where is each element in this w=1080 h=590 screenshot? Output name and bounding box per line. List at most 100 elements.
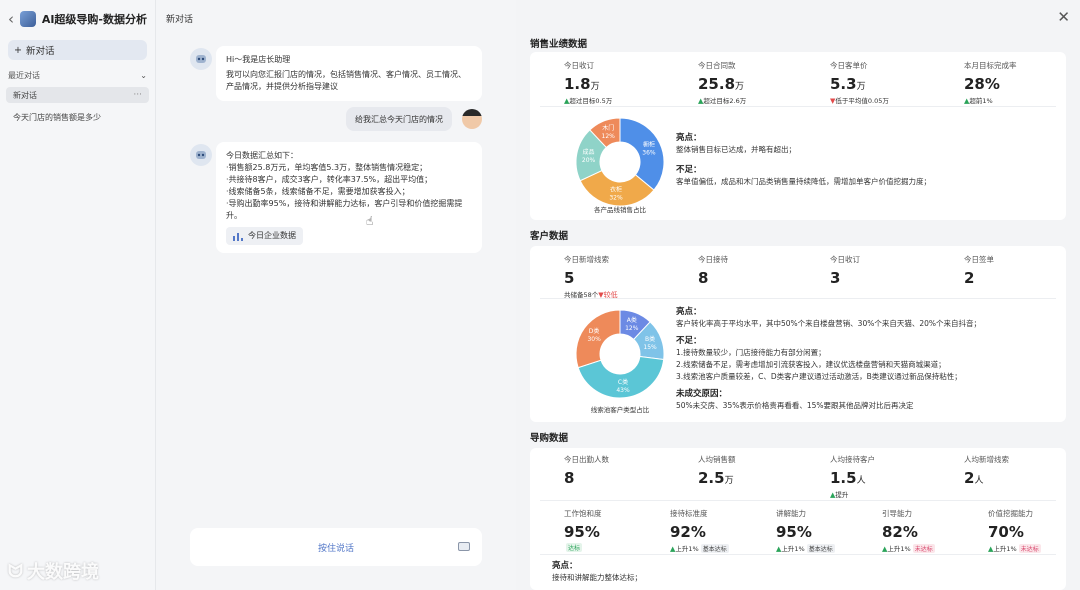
chat-title: 新对话 [166, 15, 194, 25]
back-icon[interactable]: ‹ [8, 10, 14, 28]
customer-stat: 今日接待 8 [698, 254, 728, 287]
customer-chart-caption: 线索池客户类型占比 [590, 406, 650, 414]
pie-label: 32% [609, 195, 623, 202]
stat-label: 今日收订 [564, 61, 594, 70]
summary-line: ·线索储备5条，线索储备不足，需要增加获客投入； [226, 187, 410, 196]
stat-value: 8 [564, 469, 575, 487]
stat-sub: ▼低于平均值0.05万 [830, 97, 889, 105]
summary-line: ·导购出勤率95%，接待和讲解能力达标，客户引导和价值挖掘需提升。 [226, 199, 463, 220]
user-message: 给我汇总今天门店的情况 [346, 107, 452, 131]
guide-stat: 人均新增线索 2人 [964, 454, 1009, 487]
weak-text: 客单值偏低，成品和木门品类销售量持续降低，需增加单客户价值挖掘力度； [676, 177, 931, 186]
conversation-item-active[interactable]: 新对话 ··· [6, 87, 149, 103]
pie-label: 衣柜 [610, 186, 622, 194]
bot-avatar [190, 144, 212, 166]
divider [540, 106, 1056, 107]
stat-label: 今日收订 [830, 255, 860, 264]
sidebar: ‹ AI超级导购-数据分析 + 新对话 最近对话 ⌄ 新对话 ··· 今天门店的… [0, 0, 156, 590]
stat-sub: ▲超前1% [964, 97, 993, 105]
stat-value: 25.8万 [698, 75, 745, 93]
divider [540, 500, 1056, 501]
guide-section-title: 导购数据 [530, 433, 569, 444]
sidebar-header: ‹ AI超级导购-数据分析 [0, 0, 155, 38]
bot-avatar [190, 48, 212, 70]
stat-label: 引导能力 [882, 509, 912, 518]
customer-stat: 今日收订 3 [830, 254, 860, 287]
pie-label: 43% [616, 387, 630, 394]
sales-pie-chart: 橱柜36% 衣柜32% 成品20% 木门12% [575, 117, 665, 207]
bar-chart-icon [233, 232, 243, 241]
highlight-text: 接待和讲解能力整体达标； [552, 573, 642, 582]
voice-label: 按住说话 [317, 543, 354, 554]
recent-label: 最近对话 [8, 71, 40, 80]
highlight-title: 亮点： [676, 307, 702, 317]
conversation-item[interactable]: 今天门店的销售额是多少 [6, 109, 149, 125]
close-icon[interactable]: ✕ [1057, 8, 1070, 26]
stat-value: 92% [670, 523, 706, 541]
stat-sub: ▲超过目标0.5万 [564, 97, 613, 105]
new-chat-label: 新对话 [25, 46, 55, 57]
stat-value: 28% [964, 75, 1000, 93]
stat-value: 95% [564, 523, 600, 541]
ability-stat: 价值挖掘能力 70% ▲上升1% 未达标 [988, 508, 1041, 553]
customer-notes: 亮点： 客户转化率高于平均水平，其中50%个来自楼盘营销、30%个来自天猫、20… [676, 302, 1061, 412]
chevron-down-icon: ⌄ [140, 71, 147, 80]
more-icon[interactable]: ··· [133, 90, 142, 100]
app-logo-icon [20, 11, 36, 27]
weak-title: 不足： [676, 165, 702, 175]
customer-stat: 今日新增线索 5 共储备58个▼较低 [564, 254, 618, 300]
stat-label: 讲解能力 [776, 509, 806, 518]
sales-notes: 亮点： 整体销售目标已达成，并略有超出； 不足： 客单值偏低，成品和木门品类销售… [676, 128, 1056, 188]
greeting-title: Hi～我是店长助理 [226, 55, 291, 64]
stat-sub: ▲上升1% 基本达标 [776, 544, 835, 553]
pie-label: 15% [643, 344, 657, 351]
sales-stat: 今日合同款 25.8万 ▲超过目标2.6万 [698, 60, 746, 105]
stat-label: 今日出勤人数 [564, 455, 609, 464]
sales-stat: 今日收订 1.8万 ▲超过目标0.5万 [564, 60, 612, 105]
guide-stat: 人均接待客户 1.5人 ▲提升 [830, 454, 875, 499]
stat-label: 今日签单 [964, 255, 994, 264]
weak-line: 1.接待数量较少，门店接待能力有部分闲置； [676, 348, 826, 357]
greeting-bubble: Hi～我是店长助理 我可以向您汇报门店的情况，包括销售情况、客户情况、员工情况、… [216, 46, 482, 101]
stat-value: 2.5万 [698, 469, 734, 487]
conversation-label: 新对话 [13, 90, 37, 100]
weak-title: 不足： [676, 336, 702, 346]
summary-line: ·销售额25.8万元，单均客值5.3万，整体销售情况稳定； [226, 163, 428, 172]
highlight-title: 亮点： [676, 133, 702, 143]
user-avatar [462, 109, 482, 129]
stat-value: 82% [882, 523, 918, 541]
stat-label: 本月目标完成率 [964, 61, 1017, 70]
watermark: ᗢ 大数跨境 [8, 558, 99, 584]
enterprise-data-button[interactable]: 今日企业数据 [226, 227, 303, 245]
stat-label: 工作饱和度 [564, 509, 602, 518]
keyboard-icon[interactable] [458, 542, 470, 551]
highlight-text: 整体销售目标已达成，并略有超出； [676, 145, 796, 154]
customer-section-title: 客户数据 [530, 231, 569, 242]
summary-title: 今日数据汇总如下： [226, 151, 298, 160]
robot-icon [196, 55, 206, 63]
pie-label: 20% [582, 157, 596, 164]
reason-title: 未成交原因： [676, 389, 728, 399]
stat-value: 1.5人 [830, 469, 866, 487]
stat-label: 接待标准度 [670, 509, 708, 518]
pie-label: 橱柜 [643, 140, 655, 148]
voice-input-button[interactable]: 按住说话 [190, 528, 482, 566]
customer-pie-chart: A类12% B类15% C类43% D类30% [575, 309, 665, 399]
stat-value: 2人 [964, 469, 984, 487]
watermark-logo-icon: ᗢ [8, 560, 23, 582]
app-title: AI超级导购-数据分析 [41, 13, 147, 26]
sales-section-title: 销售业绩数据 [530, 39, 588, 50]
pie-label: B类 [645, 335, 655, 343]
watermark-text: 大数跨境 [26, 562, 99, 583]
conversation-label: 今天门店的销售额是多少 [13, 112, 101, 122]
recent-header[interactable]: 最近对话 ⌄ [0, 70, 155, 81]
stat-label: 价值挖掘能力 [988, 509, 1033, 518]
status-badge: 未达标 [912, 544, 935, 553]
pie-label: A类 [627, 316, 637, 324]
customer-card: 今日新增线索 5 共储备58个▼较低 今日接待 8 今日收订 3 今日签单 2 … [530, 246, 1066, 422]
plus-icon: + [14, 44, 22, 56]
stat-sub: ▲提升 [830, 491, 849, 499]
stat-sub: ▲超过目标2.6万 [698, 97, 747, 105]
stat-value: 5.3万 [830, 75, 866, 93]
new-chat-button[interactable]: + 新对话 [8, 40, 147, 60]
